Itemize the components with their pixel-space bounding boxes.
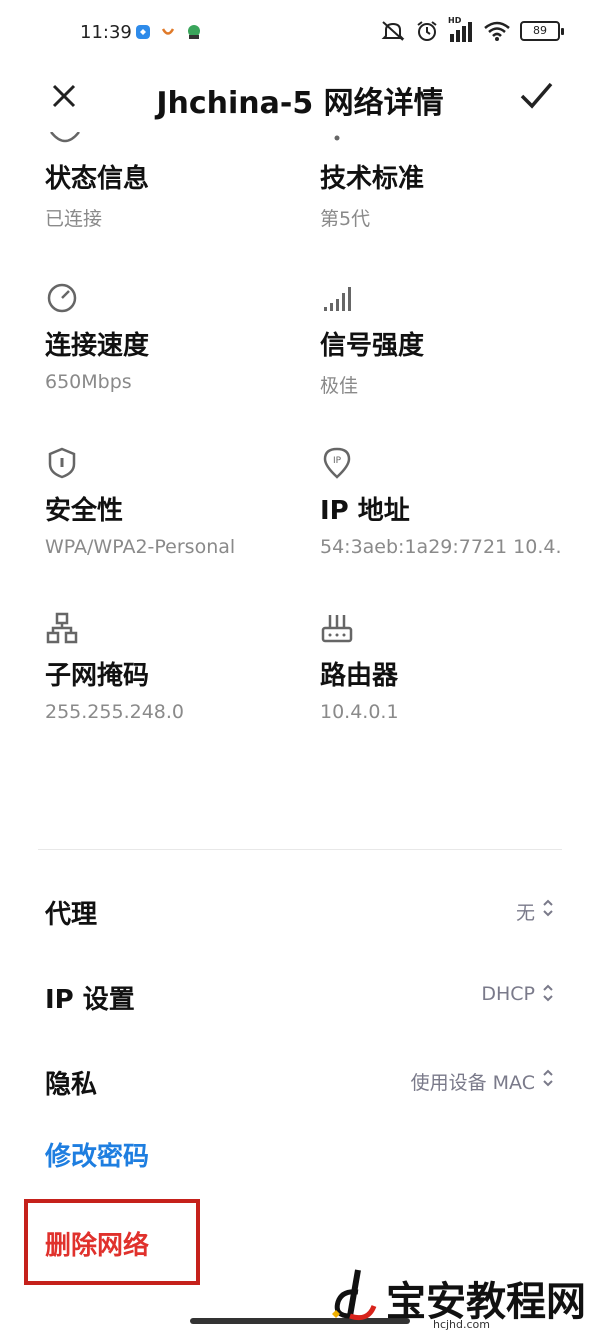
status-bar: 11:39 HD 89 [0,0,600,70]
detail-label: 连接速度 [45,331,150,361]
ip-setting-row[interactable]: IP 设置 DHCP [45,971,555,1021]
detail-value: 255.255.248.0 [45,701,185,723]
section-divider [38,849,562,850]
wifi-icon [484,21,510,41]
detail-label: 信号强度 [320,331,425,361]
app-bar: Jhchina-5 网络详情 [0,70,600,130]
app-notification-icon [136,25,150,39]
detail-label: 安全性 [45,496,124,526]
detail-signal: 信号强度 极佳 [320,281,580,398]
detail-value: 54:3aeb:1a29:7721 10.4.1 [320,536,560,558]
detail-value: 第5代 [320,208,371,230]
chevron-updown-icon [543,1069,553,1087]
status-icon [50,132,80,143]
row-label: 隐私 [45,1070,98,1100]
svg-text:IP: IP [333,456,342,466]
detail-label: 技术标准 [320,164,425,194]
app-notification-icon [188,25,200,39]
check-icon[interactable] [516,76,556,116]
watermark-logo-icon [332,1269,377,1321]
speedometer-icon [47,283,77,313]
detail-label: 状态信息 [45,164,150,194]
detail-value: WPA/WPA2-Personal [45,536,236,558]
detail-security: 安全性 WPA/WPA2-Personal [45,446,305,558]
row-value: 无 [515,902,535,924]
app-notification-icon [161,28,175,35]
row-value: 使用设备 MAC [410,1072,535,1094]
chevron-updown-icon [543,984,553,1002]
row-label: 代理 [45,900,98,930]
delete-network-button[interactable]: 删除网络 [45,1225,149,1262]
status-time: 11:39 [80,22,132,43]
detail-subnet: 子网掩码 255.255.248.0 [45,611,305,723]
detail-speed: 连接速度 650Mbps [45,281,305,393]
mute-bell-icon [381,21,405,41]
row-value: DHCP [481,983,535,1005]
detail-status: 状态信息 已连接 [45,162,305,231]
proxy-setting-row[interactable]: 代理 无 [45,886,555,936]
status-icons: HD 89 [380,16,564,42]
cellular-signal-icon: HD [448,16,474,42]
detail-value: 极佳 [320,375,359,397]
signal-icon [324,287,351,311]
detail-value: 10.4.0.1 [320,701,399,723]
detail-value: 已连接 [45,208,103,230]
standard-icon [334,135,340,141]
row-label: IP 设置 [45,985,135,1015]
detail-standard: 技术标准 第5代 [320,162,580,231]
watermark-url: hcjhd.com [432,1318,490,1331]
alarm-icon [417,21,437,41]
privacy-setting-row[interactable]: 隐私 使用设备 MAC [45,1056,555,1106]
watermark: 宝安教程网 [328,1266,586,1324]
detail-router: 路由器 10.4.0.1 [320,611,580,723]
network-tree-icon [46,612,78,644]
chevron-updown-icon [543,899,553,917]
ip-location-icon: IP [323,447,351,479]
change-password-link[interactable]: 修改密码 [45,1136,149,1173]
detail-ip-address: IP IP 地址 54:3aeb:1a29:7721 10.4.1 [320,446,560,558]
detail-label: 子网掩码 [45,661,150,691]
battery-indicator: 89 [520,21,564,41]
detail-label: IP 地址 [320,496,410,526]
detail-label: 路由器 [320,661,399,691]
detail-value: 650Mbps [45,371,132,393]
shield-icon [48,447,76,479]
page-title: Jhchina-5 网络详情 [156,86,444,121]
router-icon [321,615,353,643]
